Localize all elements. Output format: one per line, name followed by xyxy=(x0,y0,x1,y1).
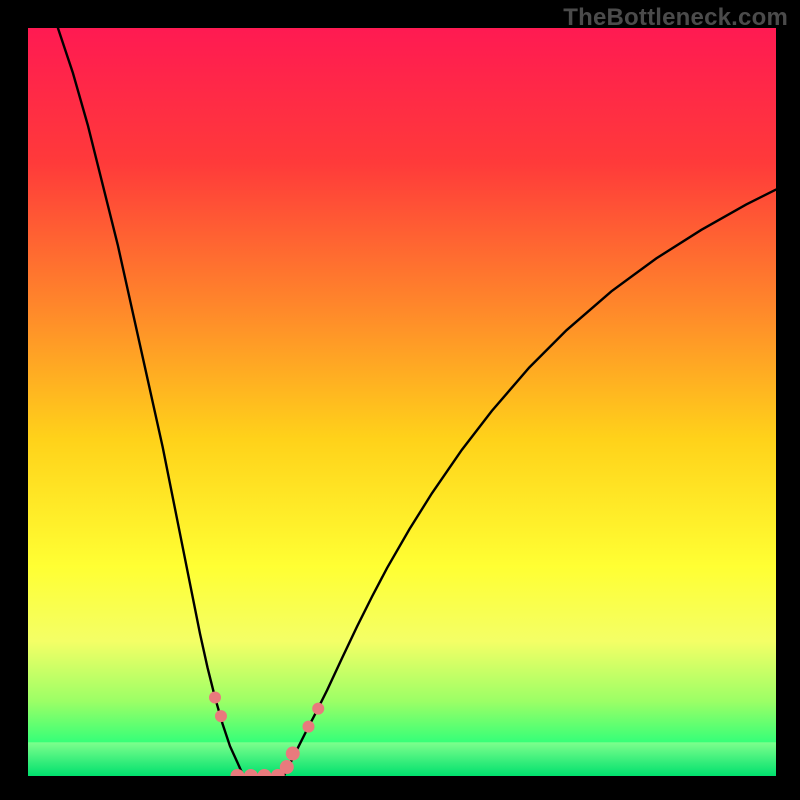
plot-area xyxy=(28,28,776,776)
data-marker xyxy=(215,710,227,722)
data-marker xyxy=(312,703,324,715)
data-marker xyxy=(209,691,221,703)
green-band xyxy=(28,742,776,776)
gradient-fill xyxy=(28,28,776,776)
chart-canvas: TheBottleneck.com xyxy=(0,0,800,800)
data-marker xyxy=(286,747,300,761)
chart-svg xyxy=(28,28,776,776)
watermark-text: TheBottleneck.com xyxy=(563,4,788,32)
data-marker xyxy=(303,721,315,733)
data-marker xyxy=(280,760,294,774)
